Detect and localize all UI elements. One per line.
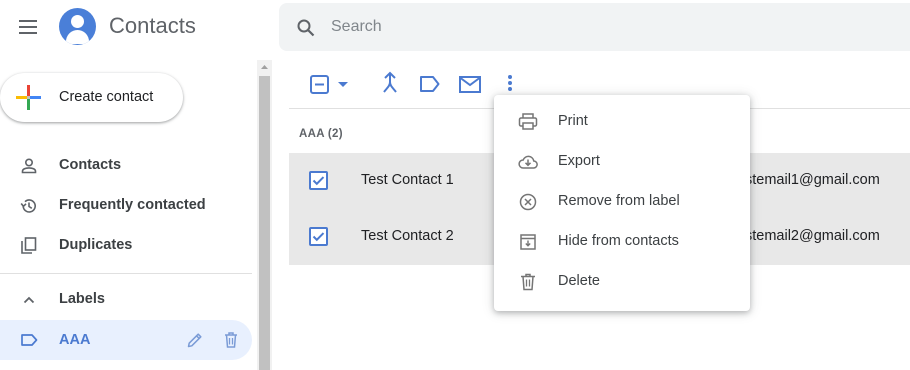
email-icon[interactable] [458, 70, 482, 98]
row-checkbox[interactable] [309, 227, 328, 246]
trash-icon [521, 273, 535, 291]
menu-item-label: Delete [558, 273, 600, 289]
contact-name: Test Contact 2 [361, 228, 454, 244]
sidebar-item-duplicates[interactable]: Duplicates [0, 227, 252, 263]
sidebar-divider [0, 273, 252, 274]
cloud-download-icon [518, 155, 538, 169]
labels-section-toggle[interactable]: Labels [0, 281, 252, 317]
menu-item-hide-from-contacts[interactable]: Hide from contacts [494, 222, 750, 262]
menu-item-export[interactable]: Export [494, 142, 750, 182]
menu-item-label: Remove from label [558, 193, 680, 209]
menu-item-label: Print [558, 113, 588, 129]
sidebar-item-frequently-contacted[interactable]: Frequently contacted [0, 187, 252, 223]
sidebar-scrollbar[interactable] [257, 60, 272, 370]
checkmark-icon [312, 232, 325, 242]
plus-icon [16, 85, 41, 110]
sidebar-item-label: Contacts [59, 157, 122, 173]
person-icon [21, 158, 37, 174]
search-icon[interactable] [296, 18, 316, 38]
history-icon [20, 199, 36, 213]
label-icon[interactable] [418, 70, 442, 98]
contact-name: Test Contact 1 [361, 172, 454, 188]
create-contact-button[interactable]: Create contact [0, 73, 183, 122]
menu-item-remove-from-label[interactable]: Remove from label [494, 182, 750, 222]
contact-email: stemail1@gmail.com [745, 172, 880, 188]
labels-header: Labels [59, 291, 105, 307]
select-all-icon[interactable] [309, 70, 331, 98]
menu-item-print[interactable]: Print [494, 102, 750, 142]
more-vert-icon[interactable] [502, 70, 518, 98]
menu-item-delete[interactable]: Delete [494, 262, 750, 302]
scrollbar-thumb[interactable] [259, 76, 270, 370]
contacts-logo-icon [59, 8, 96, 45]
archive-icon [520, 234, 536, 250]
trash-icon[interactable] [221, 330, 241, 350]
app-title: Contacts [109, 13, 196, 38]
merge-icon[interactable] [379, 70, 401, 98]
sidebar-item-label: Duplicates [59, 237, 133, 253]
checkmark-icon [312, 176, 325, 186]
copy-icon [21, 237, 37, 254]
remove-circle-icon [519, 193, 537, 211]
more-actions-menu: Print Export Remove from label Hide from… [494, 95, 750, 311]
sidebar-item-contacts[interactable]: Contacts [0, 147, 252, 183]
chevron-up-icon [23, 296, 35, 304]
group-header: AAA (2) [299, 128, 343, 140]
contact-email: stemail2@gmail.com [745, 228, 880, 244]
sidebar-item-aaa[interactable]: AAA [0, 320, 252, 360]
sidebar-item-label: Frequently contacted [59, 197, 206, 213]
search-input[interactable] [331, 15, 891, 39]
create-contact-label: Create contact [59, 89, 154, 105]
menu-item-label: Hide from contacts [558, 233, 679, 249]
row-checkbox[interactable] [309, 171, 328, 190]
print-icon [518, 113, 538, 130]
search-bar[interactable] [279, 3, 910, 51]
label-icon [21, 334, 38, 346]
menu-icon[interactable] [18, 17, 40, 37]
dropdown-arrow-icon[interactable] [336, 70, 350, 98]
sidebar-item-label: AAA [59, 332, 91, 348]
scroll-up-icon[interactable] [257, 60, 272, 75]
edit-icon[interactable] [185, 330, 205, 350]
menu-item-label: Export [558, 153, 600, 169]
sidebar: Contacts Create contact Contacts Frequen… [0, 0, 272, 370]
